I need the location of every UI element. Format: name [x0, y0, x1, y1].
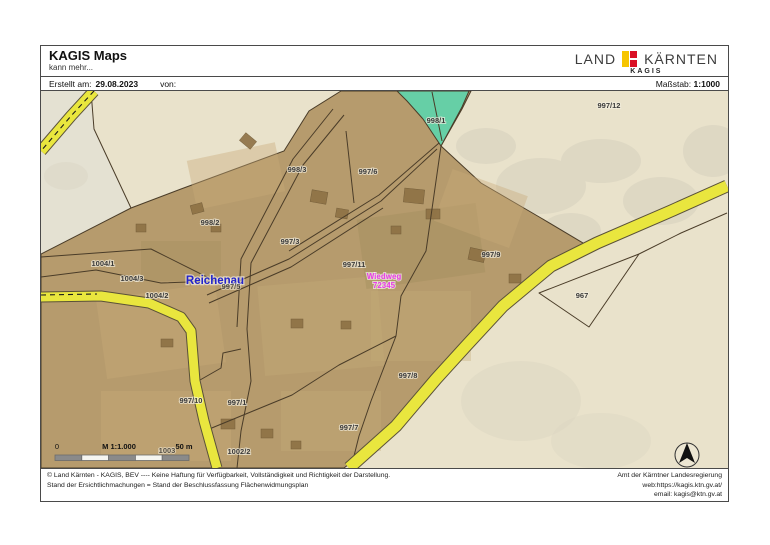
kagis-print-page: KAGIS Maps kann mehr... LAND KÄRNTEN KAG… — [0, 0, 770, 545]
scalebar-segments — [55, 455, 189, 461]
parcel-label-1003: 1003 — [159, 446, 176, 455]
parcel-label-997-6: 997/6 — [359, 167, 378, 176]
address-number-label: 72345 — [373, 281, 396, 290]
app-title-block: KAGIS Maps kann mehr... — [49, 49, 127, 72]
scale-value: 1:1000 — [694, 79, 720, 89]
created-label: Erstellt am: — [49, 79, 92, 89]
footer-left-line2: Stand der Ersichtlichmachungen = Stand d… — [47, 481, 390, 490]
parcel-label-998-3: 998/3 — [288, 165, 307, 174]
parcel-label-997-10: 997/10 — [180, 396, 203, 405]
footer-right-line2: web:https://kagis.ktn.gv.at/ — [617, 481, 722, 490]
logo-word-land: LAND — [575, 51, 616, 67]
parcel-label-1004-3: 1004/3 — [121, 274, 144, 283]
scalebar-end: 50 m — [175, 442, 192, 451]
map-viewport: Reichenau Wiedweg 72345 997/12998/1998/3… — [41, 91, 728, 468]
app-title: KAGIS Maps — [49, 49, 127, 63]
logo-caption: KAGIS — [630, 68, 662, 75]
parcel-label-1004-2: 1004/2 — [146, 291, 169, 300]
parcel-label-1002-2: 1002/2 — [228, 447, 251, 456]
parcel-label-997-1: 997/1 — [228, 398, 247, 407]
address-street-label: Wiedweg — [367, 272, 402, 281]
parcel-label-997-7: 997/7 — [340, 423, 359, 432]
parcel-label-997-9: 997/9 — [482, 250, 501, 259]
footer-disclaimer: © Land Kärnten - KAGIS, BEV ---- Keine H… — [47, 471, 390, 499]
north-arrow-icon — [675, 443, 699, 467]
footer-right-line1: Amt der Kärntner Landesregierung — [617, 471, 722, 480]
land-kaernten-logo: LAND KÄRNTEN KAGIS — [575, 51, 718, 75]
parcel-label-998-2: 998/2 — [201, 218, 220, 227]
author-label: von: — [160, 79, 176, 89]
footer-left-line1: © Land Kärnten - KAGIS, BEV ---- Keine H… — [47, 471, 390, 480]
parcel-label-997-11: 997/11 — [343, 260, 366, 269]
scalebar-title: M 1:1.000 — [102, 442, 136, 451]
print-document: KAGIS Maps kann mehr... LAND KÄRNTEN KAG… — [40, 45, 729, 502]
footer-right-line3: email: kagis@ktn.gv.at — [617, 490, 722, 499]
logo-word-kaernten: KÄRNTEN — [644, 51, 718, 67]
info-bar: Erstellt am: 29.08.2023 von: Maßstab: 1:… — [41, 77, 728, 92]
created-date: 29.08.2023 — [96, 79, 139, 89]
kaernten-coat-icon — [622, 51, 638, 67]
parcel-label-998-1: 998/1 — [427, 116, 446, 125]
document-header: KAGIS Maps kann mehr... LAND KÄRNTEN KAG… — [41, 46, 728, 77]
footer-contact: Amt der Kärntner Landesregierung web:htt… — [617, 471, 722, 499]
parcel-label-997-8: 997/8 — [399, 371, 418, 380]
app-subtitle: kann mehr... — [49, 63, 127, 72]
parcel-label-1004-1: 1004/1 — [92, 259, 115, 268]
document-footer: © Land Kärnten - KAGIS, BEV ---- Keine H… — [41, 468, 728, 501]
parcel-label-967: 967 — [576, 291, 589, 300]
parcel-label-997-3: 997/3 — [281, 237, 300, 246]
parcel-label-997-12: 997/12 — [598, 101, 621, 110]
scalebar-zero: 0 — [55, 442, 59, 451]
parcel-label-997-5: 997/5 — [222, 282, 241, 291]
map-canvas: Reichenau Wiedweg 72345 997/12998/1998/3… — [41, 91, 728, 468]
scale-label: Maßstab: — [656, 79, 691, 89]
